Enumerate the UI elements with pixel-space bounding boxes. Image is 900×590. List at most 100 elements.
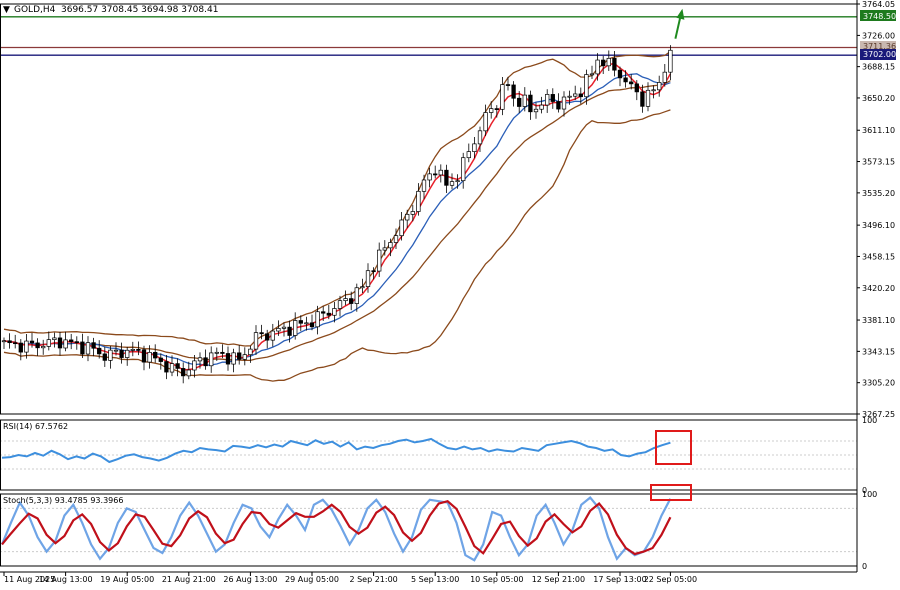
time-tick-label: 17 Sep 13:00 — [593, 575, 646, 584]
candle-body — [421, 179, 427, 192]
candle-body — [18, 342, 23, 353]
candle-body — [601, 59, 606, 67]
candle-body — [337, 300, 343, 309]
price-tick-label: 3420.20 — [862, 284, 895, 293]
candle-body — [617, 69, 623, 79]
candle-body — [304, 322, 309, 325]
candle-body — [242, 354, 247, 360]
candle-body — [584, 74, 589, 98]
candle-body — [119, 349, 124, 358]
candle-body — [393, 235, 399, 243]
price-tick-label: 3535.20 — [862, 189, 895, 198]
candle-body — [85, 342, 91, 355]
candle-body — [108, 349, 113, 361]
candle-body — [354, 287, 359, 304]
price-tick-label: 3611.10 — [862, 126, 895, 135]
collapse-triangle-icon[interactable]: ▼ — [3, 5, 10, 15]
stoch-tick-label: 0 — [862, 562, 867, 571]
candle-body — [74, 341, 79, 344]
candle-body — [657, 82, 662, 91]
price-tick-label: 3726.00 — [862, 31, 895, 40]
candle-body — [63, 339, 68, 349]
candle-body — [505, 84, 511, 86]
candle-body — [237, 352, 242, 360]
candle-body — [276, 328, 281, 332]
candle-body — [483, 112, 488, 132]
candle-body — [573, 93, 578, 97]
candle-body — [181, 368, 186, 377]
candle-body — [567, 95, 572, 98]
price-tick-label: 3381.10 — [862, 316, 895, 325]
candle-body — [253, 332, 259, 350]
price-tick-label: 3305.20 — [862, 379, 895, 388]
candle-body — [192, 360, 197, 371]
candle-body — [595, 59, 600, 75]
candle-body — [651, 89, 656, 92]
candle-body — [220, 351, 225, 354]
price-tick-label: 3688.15 — [862, 63, 895, 72]
price-tick-label: 3764.05 — [862, 0, 895, 9]
candle-body — [203, 357, 208, 367]
candle-body — [197, 357, 203, 362]
price-tick-label: 3458.15 — [862, 252, 895, 261]
candle-body — [136, 348, 141, 351]
resistance-price-text: 3748.50 — [863, 12, 896, 21]
candle-body — [640, 91, 645, 107]
candle-body — [97, 347, 102, 355]
candle-body — [511, 84, 516, 99]
symbol-label: GOLD,H4 — [14, 5, 56, 15]
candle-body — [634, 83, 639, 93]
price-tick-label: 3650.20 — [862, 94, 895, 103]
candle-body — [1, 340, 7, 343]
candle-body — [606, 57, 611, 67]
candle-body — [80, 341, 85, 355]
price-tick-label: 3496.10 — [862, 221, 895, 230]
stoch-tick-label: 100 — [862, 490, 877, 499]
candle-body — [141, 349, 147, 363]
candle-body — [147, 351, 152, 363]
candle-body — [29, 340, 35, 344]
candle-body — [561, 96, 567, 110]
candle-body — [550, 94, 555, 102]
stochastic-title: Stoch(5,3,3) 93.4785 93.3966 — [3, 496, 123, 505]
candle-body — [248, 348, 253, 356]
candle-body — [259, 332, 264, 335]
candle-body — [281, 326, 287, 329]
candle-body — [209, 352, 214, 367]
time-tick-label: 22 Sep 05:00 — [644, 575, 697, 584]
candle-body — [522, 94, 527, 107]
time-tick-label: 19 Aug 05:00 — [100, 575, 154, 584]
candle-body — [231, 352, 236, 365]
candle-body — [589, 73, 595, 76]
candle-body — [186, 369, 191, 377]
price-tick-label: 3343.15 — [862, 347, 895, 356]
candle-body — [623, 77, 628, 83]
candle-body — [533, 108, 539, 113]
candle-body — [444, 169, 449, 186]
candle-body — [556, 101, 561, 110]
rsi-tick-label: 100 — [862, 416, 877, 425]
time-tick-label: 10 Sep 05:00 — [470, 575, 523, 584]
chart-window: 3764.05 3726.00 3688.15 3650.20 3611.10 3573.… — [0, 0, 900, 586]
candle-body — [645, 89, 651, 107]
candle-body — [578, 93, 583, 98]
candle-body — [113, 349, 119, 352]
candle-body — [662, 71, 667, 83]
candle-body — [91, 342, 96, 349]
time-tick-label: 26 Aug 13:00 — [223, 575, 277, 584]
candle-body — [466, 151, 471, 159]
candle-body — [427, 173, 432, 181]
candle-body — [477, 130, 483, 145]
candle-body — [489, 108, 494, 113]
chart-canvas[interactable]: 3764.05 3726.00 3688.15 3650.20 3611.10 3573.… — [0, 0, 900, 586]
candle-body — [382, 247, 387, 251]
candle-body — [315, 311, 320, 328]
candle-body — [24, 340, 29, 353]
candle-body — [293, 320, 298, 336]
candle-body — [175, 363, 180, 369]
time-tick-label: 14 Aug 13:00 — [39, 575, 93, 584]
candle-body — [270, 330, 275, 341]
candle-body — [349, 298, 354, 304]
time-tick-label: 5 Sep 13:00 — [411, 575, 459, 584]
candle-body — [528, 94, 533, 113]
